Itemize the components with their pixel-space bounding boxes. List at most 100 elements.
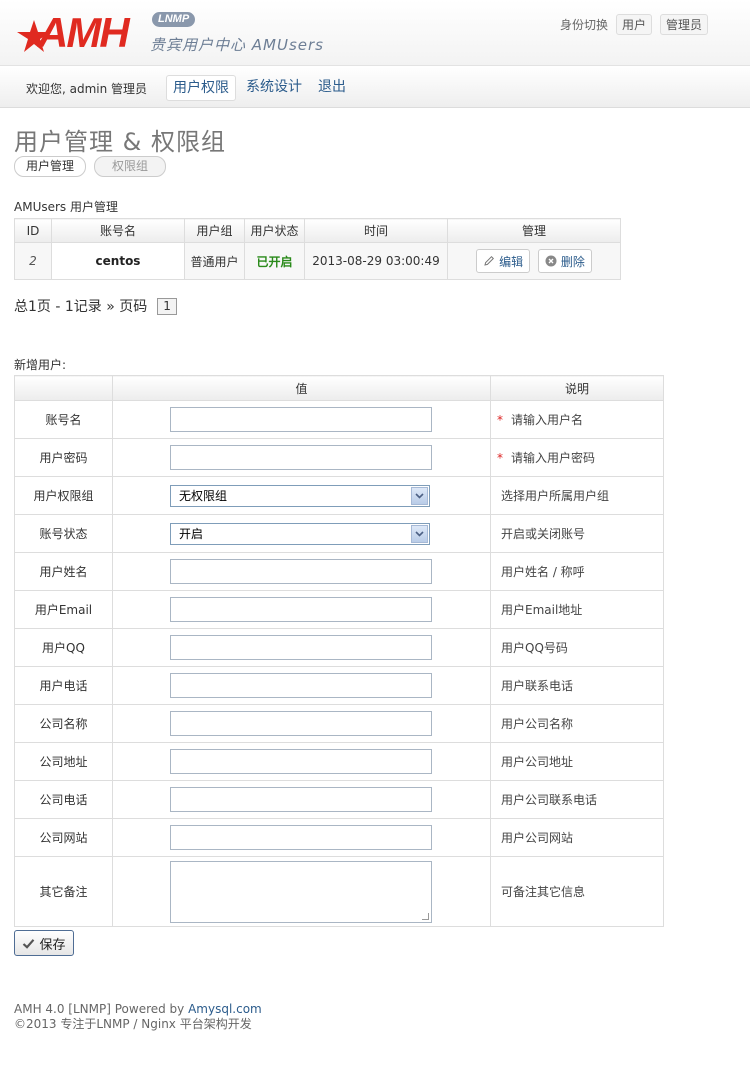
select-value: 无权限组 <box>179 489 228 503</box>
logo-badge: LNMP <box>152 12 196 27</box>
realname-input[interactable] <box>170 559 432 584</box>
field-desc: 用户公司名称 <box>490 704 664 743</box>
email-input[interactable] <box>170 597 432 622</box>
company-website-input[interactable] <box>170 825 432 850</box>
site-subtitle: 贵宾用户中心 AMUsers <box>150 36 324 54</box>
nav-item-user-permissions[interactable]: 用户权限 <box>166 75 236 101</box>
form-row-company-website: 公司网站 用户公司网站 <box>14 818 664 857</box>
form-row-phone: 用户电话 用户联系电话 <box>14 666 664 705</box>
cell-account: centos <box>51 242 185 280</box>
welcome-text: 欢迎您, admin 管理员 <box>26 82 148 96</box>
identity-switch: 身份切换 用户 管理员 <box>560 14 708 35</box>
account-input[interactable] <box>170 407 432 432</box>
field-desc: 用户联系电话 <box>490 666 664 705</box>
cell-status: 已开启 <box>244 242 305 280</box>
table-row: 2 centos 普通用户 已开启 2013-08-29 03:00:49 编辑… <box>14 242 621 280</box>
form-row-company-address: 公司地址 用户公司地址 <box>14 742 664 781</box>
form-row-qq: 用户QQ 用户QQ号码 <box>14 628 664 667</box>
identity-admin-button[interactable]: 管理员 <box>659 14 708 35</box>
required-mark: * <box>497 413 503 427</box>
col-id: ID <box>14 218 52 243</box>
field-desc: 用户公司地址 <box>490 742 664 781</box>
cell-time: 2013-08-29 03:00:49 <box>304 242 448 280</box>
save-label: 保存 <box>39 937 66 953</box>
chevron-down-icon <box>411 486 428 505</box>
pager-summary: 总1页 - 1记录 » 页码 <box>14 299 148 315</box>
edit-button[interactable]: 编辑 <box>476 249 531 273</box>
form-row-realname: 用户姓名 用户姓名 / 称呼 <box>14 552 664 591</box>
sub-tabs: 用户管理 权限组 <box>14 156 166 177</box>
field-label: 用户QQ <box>14 628 113 667</box>
form-row-password: 用户密码 * 请输入用户密码 <box>14 438 664 477</box>
field-label: 其它备注 <box>14 856 113 927</box>
pencil-icon <box>484 255 495 266</box>
field-desc: 选择用户所属用户组 <box>490 476 664 515</box>
new-user-form: 值 说明 账号名 * 请输入用户名 用户密码 * 请输入用户密码 用户权限组 无权限… <box>14 375 664 927</box>
nav-item-logout[interactable]: 退出 <box>312 75 352 101</box>
company-phone-input[interactable] <box>170 787 432 812</box>
chevron-down-icon <box>411 524 428 543</box>
footer-link[interactable]: Amysql.com <box>188 1002 262 1016</box>
col-time: 时间 <box>304 218 448 243</box>
logo[interactable]: AMH LNMP 贵宾用户中心 AMUsers <box>16 10 356 56</box>
cell-group: 普通用户 <box>184 242 245 280</box>
required-mark: * <box>497 451 503 465</box>
password-input[interactable] <box>170 445 432 470</box>
save-button[interactable]: 保存 <box>14 930 74 956</box>
footer: AMH 4.0 [LNMP] Powered by Amysql.com ©20… <box>14 1002 262 1032</box>
edit-label: 编辑 <box>499 254 524 269</box>
company-name-input[interactable] <box>170 711 432 736</box>
field-desc: 用户公司联系电话 <box>490 780 664 819</box>
header: AMH LNMP 贵宾用户中心 AMUsers 身份切换 用户 管理员 <box>0 0 750 66</box>
identity-user-button[interactable]: 用户 <box>615 14 652 35</box>
footer-copyright: ©2013 专注于LNMP / Nginx 平台架构开发 <box>14 1017 252 1031</box>
page-title: 用户管理 & 权限组 <box>14 128 226 156</box>
delete-button[interactable]: 删除 <box>537 249 592 273</box>
users-section-label: AMUsers 用户管理 <box>14 200 118 214</box>
form-row-notes: 其它备注 可备注其它信息 <box>14 856 664 927</box>
main-nav: 欢迎您, admin 管理员 用户权限 系统设计 退出 <box>0 67 750 108</box>
field-desc: 用户公司网站 <box>490 818 664 857</box>
col-account: 账号名 <box>51 218 185 243</box>
phone-input[interactable] <box>170 673 432 698</box>
account-status-select[interactable]: 开启 <box>170 522 430 545</box>
form-row-group: 用户权限组 无权限组 选择用户所属用户组 <box>14 476 664 515</box>
close-circle-icon <box>545 255 557 267</box>
field-label: 用户Email <box>14 590 113 629</box>
form-row-company-name: 公司名称 用户公司名称 <box>14 704 664 743</box>
cell-id: 2 <box>14 242 52 280</box>
col-field <box>14 375 113 401</box>
col-manage: 管理 <box>447 218 621 243</box>
field-label: 账号状态 <box>14 514 113 553</box>
form-row-status: 账号状态 开启 开启或关闭账号 <box>14 514 664 553</box>
form-row-email: 用户Email 用户Email地址 <box>14 590 664 629</box>
field-label: 账号名 <box>14 400 113 439</box>
field-label: 用户权限组 <box>14 476 113 515</box>
company-address-input[interactable] <box>170 749 432 774</box>
delete-label: 删除 <box>560 254 585 269</box>
col-status: 用户状态 <box>244 218 305 243</box>
col-desc: 说明 <box>490 375 664 401</box>
form-row-company-phone: 公司电话 用户公司联系电话 <box>14 780 664 819</box>
field-label: 用户电话 <box>14 666 113 705</box>
tab-user-management[interactable]: 用户管理 <box>14 156 86 177</box>
nav-item-system-settings[interactable]: 系统设计 <box>240 75 308 101</box>
identity-label: 身份切换 <box>559 18 608 32</box>
footer-powered: AMH 4.0 [LNMP] Powered by <box>14 1002 189 1016</box>
field-desc: 请输入用户名 <box>511 413 584 427</box>
page-number-button[interactable]: 1 <box>157 297 177 315</box>
tab-permission-groups[interactable]: 权限组 <box>94 156 166 177</box>
qq-input[interactable] <box>170 635 432 660</box>
new-user-label: 新增用户: <box>14 358 67 372</box>
permission-group-select[interactable]: 无权限组 <box>170 484 430 507</box>
field-label: 公司电话 <box>14 780 113 819</box>
field-desc: 用户姓名 / 称呼 <box>490 552 664 591</box>
cell-manage: 编辑 删除 <box>447 242 621 280</box>
field-desc: 用户Email地址 <box>490 590 664 629</box>
field-desc: 可备注其它信息 <box>490 856 664 927</box>
field-label: 公司地址 <box>14 742 113 781</box>
notes-textarea[interactable] <box>170 860 432 923</box>
check-icon <box>23 938 35 949</box>
field-label: 用户姓名 <box>14 552 113 591</box>
field-desc: 请输入用户密码 <box>511 451 596 465</box>
